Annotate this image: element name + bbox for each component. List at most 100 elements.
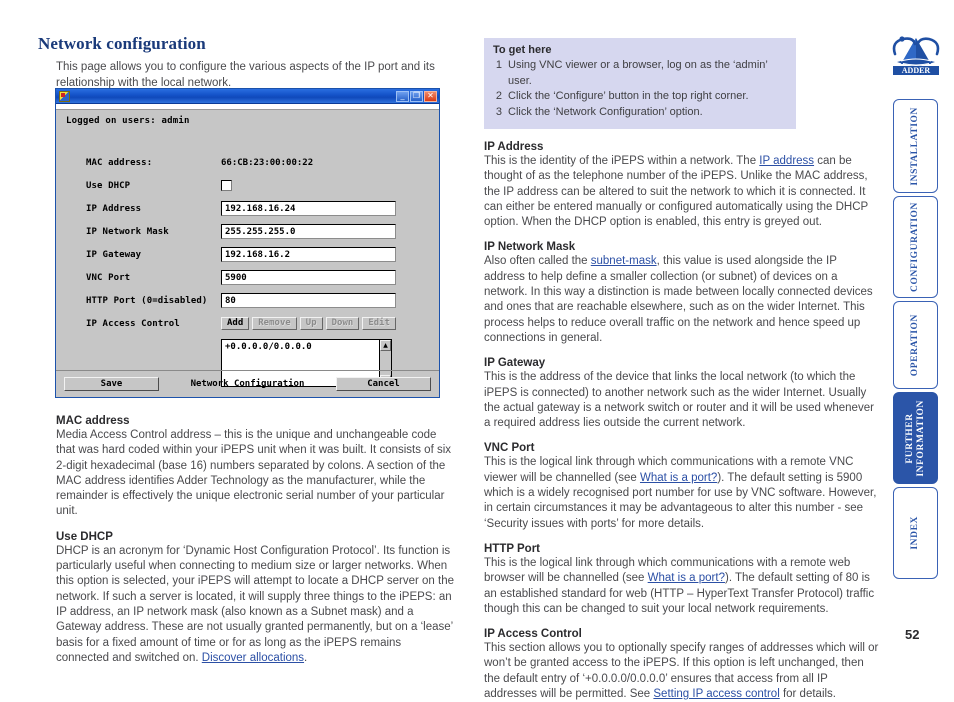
sidebar-tab-list: INSTALLATION CONFIGURATION OPERATION FURTHE… — [893, 99, 938, 579]
field-label: Use DHCP — [86, 180, 131, 191]
ip-network-mask-input[interactable]: 255.255.255.0 — [221, 224, 396, 239]
page-number: 52 — [905, 627, 920, 642]
dialog-body: Logged on users: admin MAC address: 66:C… — [56, 110, 439, 396]
step-number: 3 — [495, 105, 502, 118]
field-row-use-dhcp: Use DHCP — [56, 175, 439, 196]
section-heading: Use DHCP — [56, 530, 113, 543]
window-titlebar[interactable]: _ ❐ ✕ — [56, 89, 439, 104]
page-title: Network configuration — [38, 34, 206, 53]
content-section: IP Gateway This is the address of the dev… — [484, 357, 880, 431]
left-column: Network configuration This page allows y… — [38, 34, 458, 91]
down-button[interactable]: Down — [325, 317, 360, 330]
access-control-button-group: Add Remove Up Down Edit — [221, 317, 396, 330]
sidebar-tab-operation[interactable]: OPERATION — [893, 301, 938, 389]
section-paragraph: Media Access Control address – this is t… — [56, 429, 452, 518]
up-button[interactable]: Up — [299, 317, 323, 330]
section-heading: IP Gateway — [484, 357, 546, 370]
step-text: Click the ‘Configure’ button in the top … — [508, 90, 749, 102]
step-number: 1 — [495, 59, 502, 71]
to-get-here-step: 2 Click the ‘Configure’ button in the top… — [493, 89, 787, 105]
dialog-title-label: Network Configuration — [190, 378, 305, 389]
content-section: IP Access Control This section allows you… — [484, 628, 880, 702]
field-row-ip-gateway: IP Gateway 192.168.16.2 — [56, 244, 439, 265]
field-label: HTTP Port (0=disabled) — [86, 295, 208, 306]
section-paragraph: DHCP is an acronym for ‘Dynamic Host Con… — [56, 544, 455, 664]
cancel-button[interactable]: Cancel — [335, 376, 431, 391]
adder-logo: ADDER — [887, 32, 945, 83]
ip-address-input[interactable]: 192.168.16.24 — [221, 201, 396, 216]
to-get-here-step: 1 Using VNC viewer or a browser, log on a… — [493, 58, 787, 89]
field-row-mac-address: MAC address: 66:CB:23:00:00:22 — [56, 152, 439, 173]
to-get-here-heading: To get here — [493, 44, 552, 56]
network-config-form: MAC address: 66:CB:23:00:00:22 Use DHCP … — [56, 152, 439, 389]
section-paragraph: This is the logical link through which c… — [484, 556, 875, 615]
inline-link[interactable]: What is a port? — [648, 572, 725, 584]
content-section: HTTP Port This is the logical link throug… — [484, 543, 880, 617]
dialog-footer: Save Network Configuration Cancel — [56, 370, 439, 396]
sidebar-tab-further-information[interactable]: FURTHER INFORMATION — [893, 392, 938, 484]
scroll-up-icon[interactable]: ▲ — [380, 340, 391, 351]
svg-text:ADDER: ADDER — [902, 66, 931, 75]
section-paragraph: Also often called the subnet-mask, this … — [484, 255, 873, 344]
vnc-configuration-window[interactable]: _ ❐ ✕ Logged on users: admin MAC address… — [55, 88, 440, 398]
field-row-ip-address: IP Address 192.168.16.24 — [56, 198, 439, 219]
maximize-icon[interactable]: ❐ — [410, 90, 423, 102]
page-intro: This page allows you to configure the va… — [56, 61, 435, 89]
add-button[interactable]: Add — [221, 317, 250, 330]
inline-link[interactable]: Discover allocations — [202, 652, 304, 664]
content-section: IP Network Mask Also often called the sub… — [484, 241, 880, 346]
content-section: MAC address Media Access Control address … — [56, 415, 456, 520]
sidebar-tab-configuration[interactable]: CONFIGURATION — [893, 196, 938, 298]
ip-gateway-input[interactable]: 192.168.16.2 — [221, 247, 396, 262]
inline-link[interactable]: subnet-mask — [591, 255, 657, 267]
section-heading: IP Address — [484, 141, 544, 153]
use-dhcp-checkbox[interactable] — [221, 180, 232, 191]
section-paragraph: This is the address of the device that l… — [484, 371, 874, 430]
inline-link[interactable]: IP address — [759, 155, 814, 167]
to-get-here-box: To get here 1 Using VNC viewer or a brows… — [484, 38, 796, 129]
content-section: IP Address This is the identity of the iP… — [484, 141, 880, 230]
sidebar-tab-label: CONFIGURATION — [910, 202, 920, 292]
close-icon[interactable]: ✕ — [424, 90, 437, 102]
save-button[interactable]: Save — [64, 376, 159, 391]
right-column: To get here 1 Using VNC viewer or a brows… — [484, 38, 880, 702]
minimize-icon[interactable]: _ — [396, 90, 409, 102]
to-get-here-steps: 1 Using VNC viewer or a browser, log on a… — [493, 58, 787, 120]
to-get-here-step: 3 Click the ‘Network Configuration’ optio… — [493, 105, 787, 121]
inline-link[interactable]: What is a port? — [640, 472, 717, 484]
section-paragraph: This is the identity of the iPEPS within… — [484, 155, 868, 229]
field-label: IP Gateway — [86, 249, 142, 260]
sidebar-tab-index[interactable]: INDEX — [893, 487, 938, 579]
field-row-ip-access-control: IP Access Control Add Remove Up Down Edi… — [56, 313, 439, 334]
content-section: Use DHCP DHCP is an acronym for ‘Dynamic … — [56, 531, 456, 666]
section-heading: HTTP Port — [484, 542, 541, 555]
field-row-http-port: HTTP Port (0=disabled) 80 — [56, 290, 439, 311]
field-label: MAC address: — [86, 157, 153, 168]
field-label: IP Network Mask — [86, 226, 169, 237]
sidebar-navigation: ADDER INSTALLATION CONFIGURATION OPERATION… — [892, 32, 940, 582]
logged-on-users-label: Logged on users: admin — [66, 116, 190, 126]
step-number: 2 — [495, 90, 502, 102]
section-heading: IP Access Control — [484, 628, 582, 641]
sidebar-tab-label: INSTALLATION — [910, 106, 920, 186]
remove-button[interactable]: Remove — [252, 317, 297, 330]
sidebar-tab-label: INDEX — [910, 516, 920, 550]
section-paragraph: This is the logical link through which c… — [484, 456, 877, 530]
edit-button[interactable]: Edit — [362, 317, 396, 330]
http-port-input[interactable]: 80 — [221, 293, 396, 308]
field-label: IP Address — [86, 203, 142, 214]
window-controls[interactable]: _ ❐ ✕ — [396, 90, 437, 102]
field-label: VNC Port — [86, 272, 131, 283]
sidebar-tab-installation[interactable]: INSTALLATION — [893, 99, 938, 193]
vnc-port-input[interactable]: 5900 — [221, 270, 396, 285]
content-section: VNC Port This is the logical link through… — [484, 442, 880, 531]
mac-address-value: 66:CB:23:00:00:22 — [221, 157, 314, 168]
section-heading: VNC Port — [484, 442, 535, 455]
step-text: Using VNC viewer or a browser, log on as… — [508, 59, 768, 87]
vnc-icon — [59, 90, 70, 102]
sidebar-tab-label: FURTHER INFORMATION — [904, 399, 926, 477]
sidebar-tab-label: OPERATION — [910, 313, 920, 377]
left-body-text: MAC address Media Access Control address … — [56, 404, 456, 666]
section-paragraph: This section allows you to optionally sp… — [484, 642, 879, 701]
inline-link[interactable]: Setting IP access control — [653, 688, 779, 700]
